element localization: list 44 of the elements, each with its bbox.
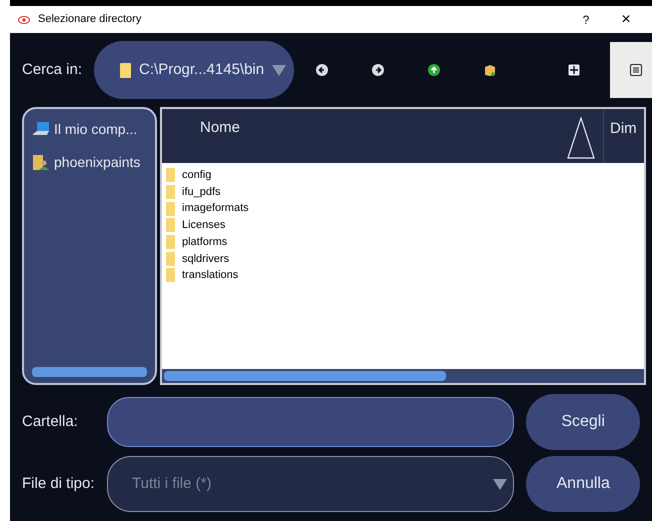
scrollbar-thumb[interactable] (164, 371, 446, 381)
file-name[interactable]: config (182, 167, 212, 184)
caret-icon (272, 64, 286, 76)
folder-icon (166, 168, 175, 182)
file-name[interactable]: Licenses (182, 217, 226, 234)
window-title: Selezionare directory (38, 12, 142, 28)
folder-icon (166, 185, 175, 200)
new-folder-icon[interactable] (484, 64, 496, 76)
close-button[interactable]: × (608, 8, 644, 32)
folder-input-field[interactable] (107, 397, 514, 447)
choose-button[interactable]: Scegli (526, 394, 640, 450)
file-type-label: File di tipo: (22, 474, 96, 494)
column-header[interactable]: Dim (610, 120, 637, 137)
file-name[interactable]: ifu_pdfs (182, 184, 221, 200)
scrollbar-thumb[interactable] (32, 367, 147, 377)
file-name[interactable]: imageformats (182, 200, 249, 217)
file-name[interactable]: sqldrivers (182, 250, 230, 268)
horizontal-scrollbar[interactable] (162, 369, 644, 383)
eye-icon (18, 16, 30, 24)
folder-label: Cartella: (22, 412, 79, 432)
up-arrow-icon[interactable] (428, 64, 440, 76)
grid-icon (568, 64, 580, 76)
folder-icon (166, 268, 175, 282)
folder-icon (166, 252, 175, 266)
look-in-label: Cerca in: (22, 60, 82, 80)
folder-icon (166, 202, 175, 216)
help-button[interactable]: ? (572, 10, 600, 28)
folder-icon (166, 235, 175, 250)
folder-icon (166, 218, 175, 232)
list-icon (630, 64, 642, 76)
places-item[interactable]: Il mio comp... (32, 119, 147, 140)
file-name[interactable]: platforms (182, 234, 228, 250)
cancel-button[interactable]: Annulla (526, 456, 640, 512)
places-item[interactable]: phoenixpaints (32, 152, 147, 173)
column-header[interactable]: Nome (200, 117, 240, 140)
detail-view-button[interactable] (610, 42, 652, 98)
forward-arrow-icon[interactable] (372, 64, 384, 76)
computer-icon (32, 121, 50, 138)
file-name[interactable]: translations (182, 267, 238, 284)
caret-icon (493, 478, 508, 490)
path-combo[interactable]: C:\Progr...4145\bin (94, 41, 294, 99)
back-arrow-icon[interactable] (316, 64, 328, 76)
user-folder-icon (32, 154, 50, 171)
folder-icon (120, 62, 132, 78)
